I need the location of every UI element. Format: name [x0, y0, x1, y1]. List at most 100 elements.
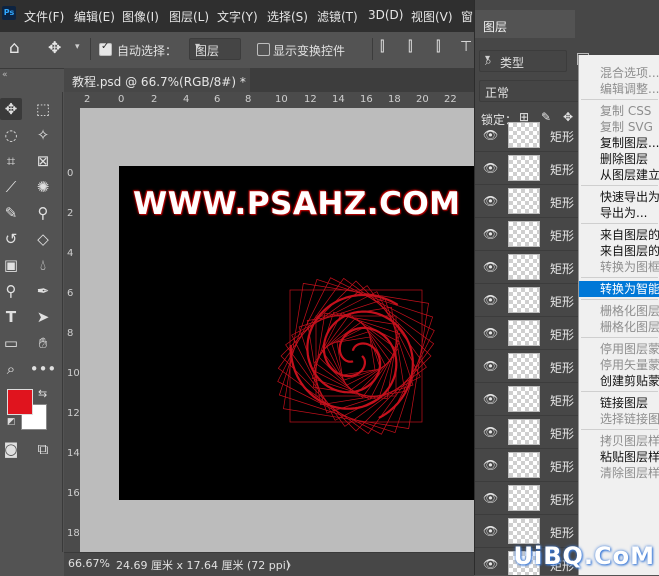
vertical-ruler: 0 2 4 6 8 10 12 14 16 18 — [64, 108, 81, 552]
screen-mode-icon[interactable]: ⧉ — [32, 438, 54, 460]
chevron-down-icon[interactable]: ▾ — [75, 42, 80, 52]
context-menu-item-label: 转换为图框 — [600, 260, 659, 274]
visibility-eye-icon[interactable]: 👁︎ — [483, 524, 498, 538]
auto-select-checkbox[interactable] — [99, 41, 112, 56]
context-menu-item[interactable]: 快速导出为 — [579, 189, 659, 205]
layers-panel-tab[interactable]: 图层 — [475, 10, 575, 38]
quick-mask-icon[interactable]: ◙ — [0, 438, 22, 460]
visibility-eye-icon[interactable]: 👁︎ — [483, 128, 498, 142]
document-canvas[interactable]: WWW.PSAHZ.COM — [119, 166, 474, 500]
visibility-eye-icon[interactable]: 👁︎ — [483, 194, 498, 208]
more-tools-icon[interactable]: ••• — [30, 358, 57, 380]
context-menu-item[interactable]: 复制图层... — [579, 135, 659, 151]
align-left-icon[interactable]: ⫿ — [380, 39, 384, 55]
blend-mode-dropdown[interactable]: 正常 — [479, 80, 581, 102]
stamp-tool-icon[interactable]: ⚲ — [32, 202, 54, 224]
context-menu-item[interactable]: 来自图层的 — [579, 243, 659, 259]
move-tool-icon[interactable]: ✥ — [48, 38, 61, 57]
gradient-tool-icon[interactable]: ▣ — [0, 254, 22, 276]
align-center-icon[interactable]: ⫿ — [408, 39, 412, 55]
zoom-tool-icon[interactable]: ⌕ — [0, 358, 22, 380]
context-menu-item-label: 复制 SVG — [600, 120, 653, 134]
context-menu-item[interactable]: 转换为智能 — [579, 281, 659, 297]
frame-tool-icon[interactable]: ⊠ — [32, 150, 54, 172]
ruler-label: 6 — [214, 94, 221, 105]
layer-kind-filter[interactable]: ⌕ 类型 ▾ — [479, 50, 567, 72]
show-transform-checkbox[interactable] — [257, 43, 270, 56]
context-menu-item-label: 栅格化图层 — [600, 320, 659, 334]
menu-image[interactable]: 图像(I) — [122, 8, 159, 25]
eraser-tool-icon[interactable]: ◇ — [32, 228, 54, 250]
ruler-label: 0 — [118, 94, 125, 105]
marquee-tool-icon[interactable]: ⬚ — [32, 98, 54, 120]
menu-filter[interactable]: 滤镜(T) — [317, 8, 358, 25]
visibility-eye-icon[interactable]: 👁︎ — [483, 359, 498, 373]
align-top-icon[interactable]: ⊤ — [460, 39, 472, 55]
visibility-eye-icon[interactable]: 👁︎ — [483, 260, 498, 274]
visibility-eye-icon[interactable]: 👁︎ — [483, 425, 498, 439]
pen-tool-icon[interactable]: ✒ — [32, 280, 54, 302]
visibility-eye-icon[interactable]: 👁︎ — [483, 392, 498, 406]
hand-tool-icon[interactable]: ✋︎ — [32, 332, 54, 354]
menu-layer[interactable]: 图层(L) — [169, 8, 209, 25]
context-menu-item[interactable]: 链接图层 — [579, 395, 659, 411]
swap-colors-icon[interactable]: ⇆ — [38, 387, 47, 400]
visibility-eye-icon[interactable]: 👁︎ — [483, 161, 498, 175]
visibility-eye-icon[interactable]: 👁︎ — [483, 293, 498, 307]
foreground-color-swatch[interactable] — [7, 389, 33, 415]
menu-window[interactable]: 窗 — [461, 8, 473, 25]
context-menu-item-label: 混合选项... — [600, 66, 659, 80]
dodge-tool-icon[interactable]: ⚲ — [0, 280, 22, 302]
type-tool-icon[interactable]: T — [0, 306, 22, 328]
menu-view[interactable]: 视图(V) — [411, 8, 453, 25]
spot-heal-tool-icon[interactable]: ✺ — [32, 176, 54, 198]
path-select-tool-icon[interactable]: ➤ — [32, 306, 54, 328]
menu-3d[interactable]: 3D(D) — [368, 8, 403, 22]
zoom-level[interactable]: 66.67% — [68, 557, 110, 570]
crop-tool-icon[interactable]: ⌗ — [0, 150, 22, 172]
menu-edit[interactable]: 编辑(E) — [74, 8, 115, 25]
history-brush-tool-icon[interactable]: ↺ — [0, 228, 22, 250]
ruler-label: 8 — [245, 94, 252, 105]
rectangle-tool-icon[interactable]: ▭ — [0, 332, 22, 354]
blur-tool-icon[interactable]: 💧︎ — [32, 254, 54, 276]
photoshop-logo-icon[interactable]: Ps — [2, 6, 16, 20]
default-colors-icon[interactable]: ◩ — [7, 417, 16, 427]
context-menu-item-label: 转换为智能 — [600, 282, 659, 296]
magic-wand-tool-icon[interactable]: ✧ — [32, 124, 54, 146]
menu-type[interactable]: 文字(Y) — [217, 8, 258, 25]
context-menu-item[interactable]: 粘贴图层样 — [579, 449, 659, 465]
layer-thumbnail — [508, 188, 540, 214]
eyedropper-tool-icon[interactable]: ⟋ — [0, 176, 22, 198]
context-menu-item-label: 来自图层的 — [600, 244, 659, 258]
context-menu-item[interactable]: 创建剪贴蒙 — [579, 373, 659, 389]
visibility-eye-icon[interactable]: 👁︎ — [483, 491, 498, 505]
home-icon[interactable]: ⌂ — [9, 38, 20, 58]
auto-select-target-dropdown[interactable]: 图层 ▾ — [189, 38, 241, 60]
ruler-label: 6 — [67, 288, 74, 299]
lasso-tool-icon[interactable]: ◌ — [0, 124, 22, 146]
document-tab-title: 教程.psd @ 66.7%(RGB/8#) * — [72, 75, 246, 89]
brush-tool-icon[interactable]: ✎ — [0, 202, 22, 224]
visibility-eye-icon[interactable]: 👁︎ — [483, 326, 498, 340]
document-tab[interactable]: 教程.psd @ 66.7%(RGB/8#) * — [64, 68, 251, 92]
visibility-eye-icon[interactable]: 👁︎ — [483, 557, 498, 571]
context-menu-item[interactable]: 从图层建立 — [579, 167, 659, 183]
visibility-eye-icon[interactable]: 👁︎ — [483, 227, 498, 241]
context-menu-item[interactable]: 来自图层的 — [579, 227, 659, 243]
menu-file[interactable]: 文件(F) — [24, 8, 64, 25]
menu-separator — [581, 337, 658, 338]
ruler-label: 2 — [67, 208, 74, 219]
ruler-label: 18 — [388, 94, 401, 105]
visibility-eye-icon[interactable]: 👁︎ — [483, 458, 498, 472]
context-menu-item: 混合选项... — [579, 65, 659, 81]
status-arrow-icon[interactable]: 〉 — [286, 557, 297, 573]
context-menu-item[interactable]: 导出为... — [579, 205, 659, 221]
collapse-arrows-icon[interactable]: « — [2, 70, 8, 80]
context-menu-item[interactable]: 删除图层 — [579, 151, 659, 167]
context-menu-item: 拷贝图层样 — [579, 433, 659, 449]
menu-select[interactable]: 选择(S) — [267, 8, 308, 25]
layer-thumbnail — [508, 122, 540, 148]
move-tool-icon[interactable]: ✥ — [0, 98, 22, 120]
align-right-icon[interactable]: ⫿ — [436, 39, 440, 55]
